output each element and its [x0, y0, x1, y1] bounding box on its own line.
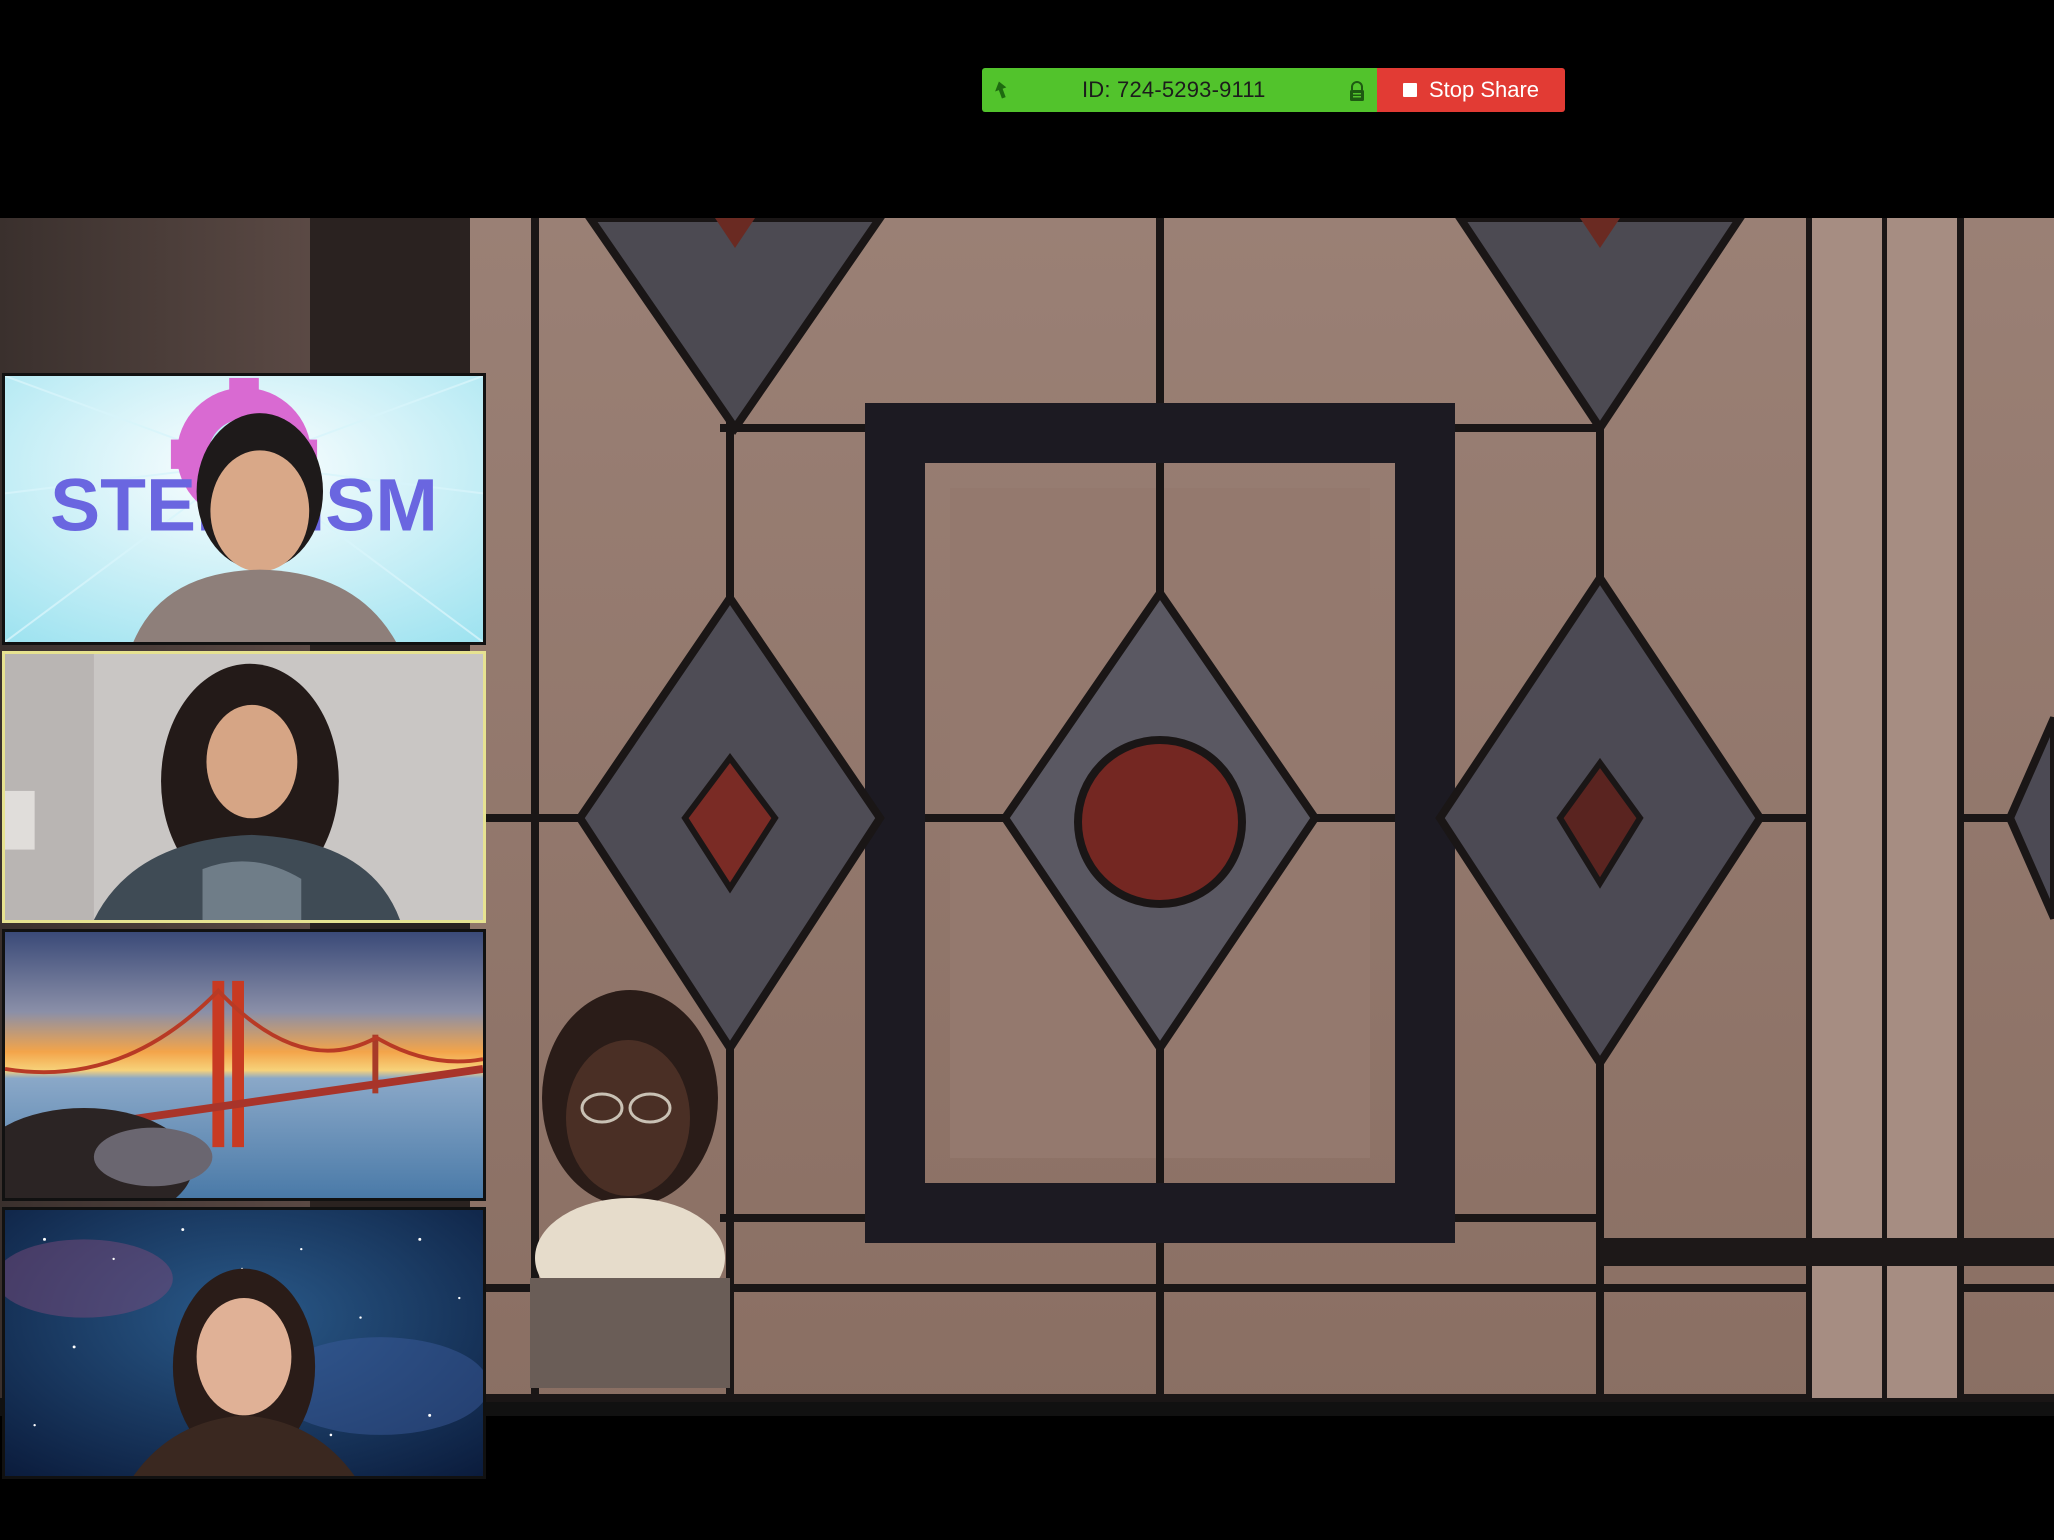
participant-video-4	[5, 1210, 483, 1476]
meeting-info-bar[interactable]: ID: 724-5293-9111	[982, 68, 1377, 112]
meeting-id-label: ID: 724-5293-9111	[1082, 77, 1266, 102]
participant-video-1: STEMTISM	[5, 376, 483, 642]
participant-video-2	[5, 654, 483, 920]
stop-square-icon	[1402, 83, 1417, 97]
participant-tile-2[interactable]	[2, 651, 486, 923]
stop-share-button[interactable]: Stop Share	[1377, 68, 1565, 112]
participant-tile-3[interactable]	[2, 929, 486, 1201]
stop-share-label: Stop Share	[1428, 77, 1540, 102]
participant-video-3	[5, 932, 483, 1198]
participant-tile-1[interactable]: STEMTISM	[2, 373, 486, 645]
share-arrow-icon[interactable]	[982, 68, 1022, 112]
lock-icon[interactable]	[1347, 80, 1367, 102]
participant-tile-4[interactable]	[2, 1207, 486, 1479]
share-toolbar: ID: 724-5293-9111 Stop Share	[982, 68, 1565, 112]
